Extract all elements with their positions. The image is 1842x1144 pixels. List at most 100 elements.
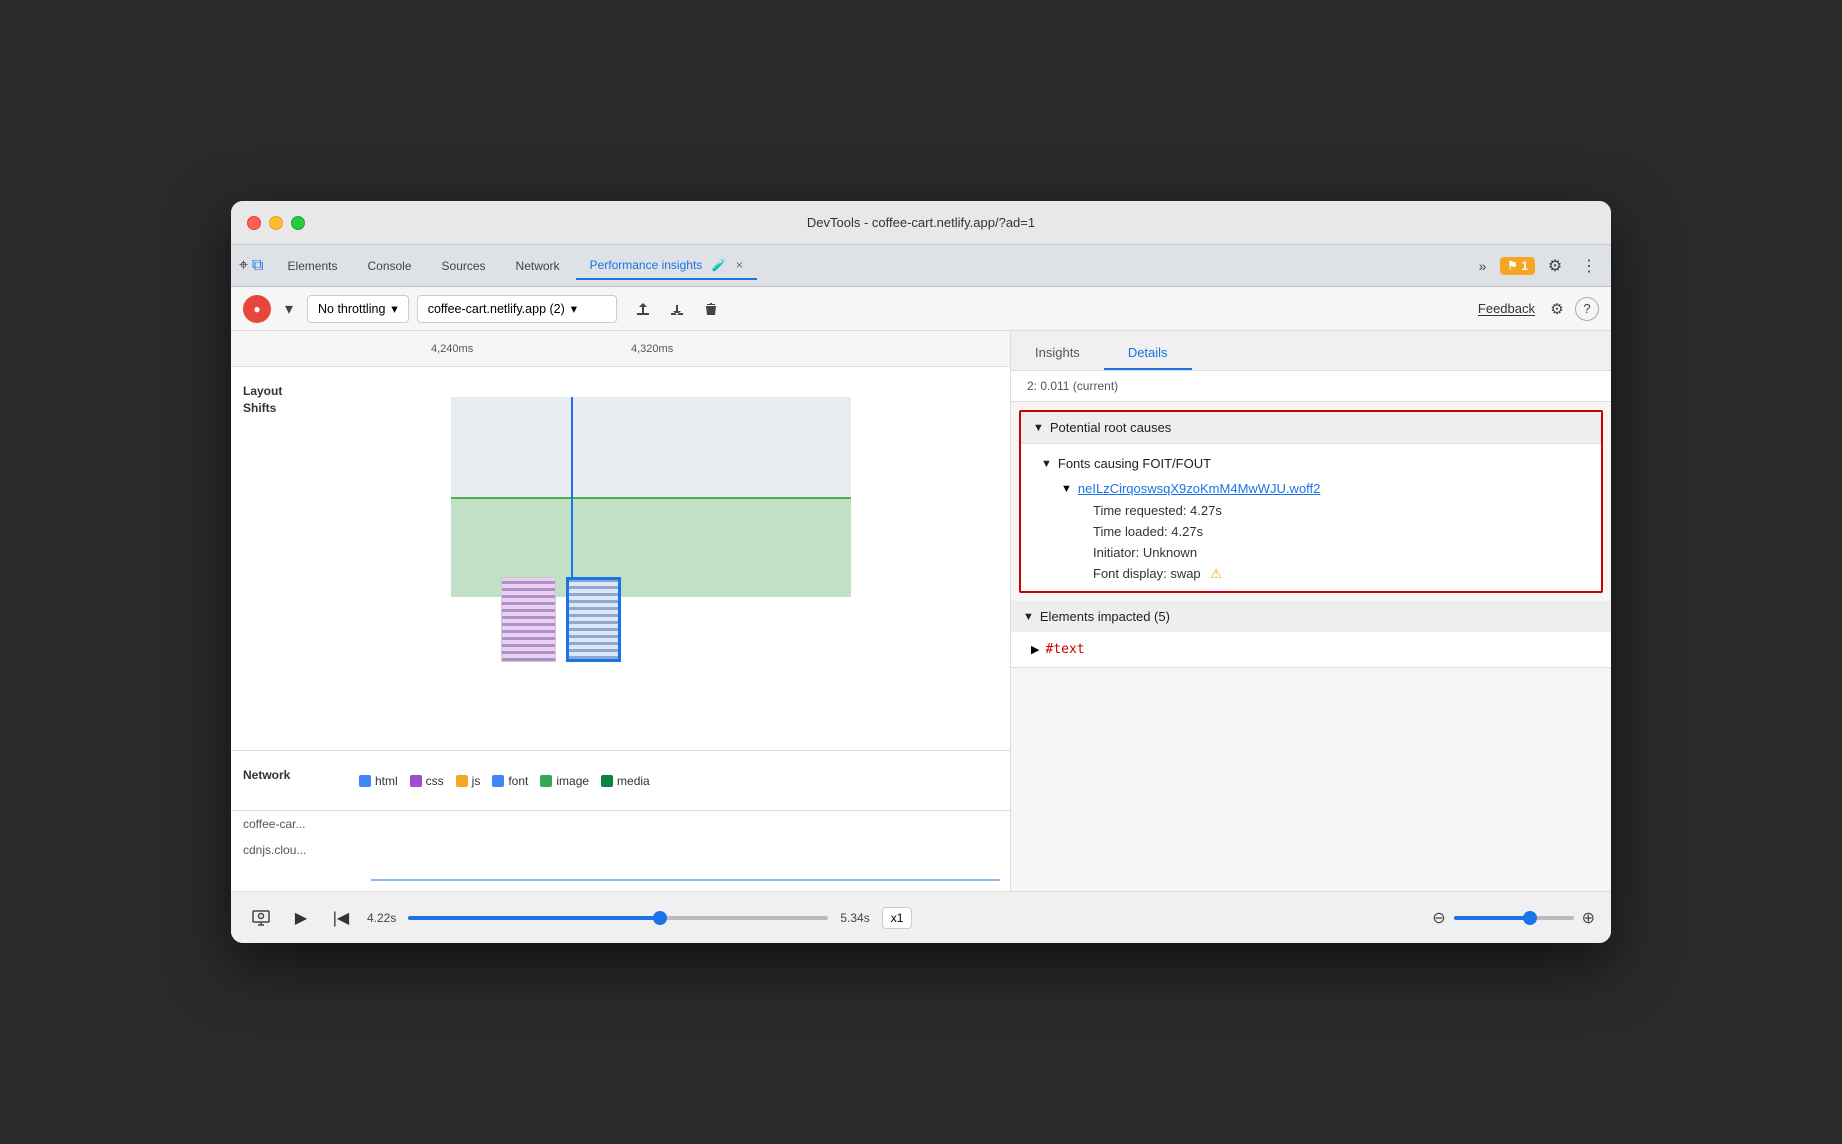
thumbnail-1: [501, 577, 556, 662]
zoom-controls: ⊖ ⊕: [1432, 908, 1595, 928]
delete-icon[interactable]: [697, 295, 725, 323]
zoom-slider-fill: [1454, 916, 1526, 920]
bottom-bar: ▶ |◀ 4.22s 5.34s x1 ⊖ ⊕: [231, 891, 1611, 943]
settings-icon[interactable]: ⚙: [1543, 295, 1571, 323]
text-element-row: ▶ #text: [1031, 638, 1591, 661]
tab-console[interactable]: Console: [353, 253, 425, 279]
font-link[interactable]: neILzCirqoswsqX9zoKmM4MwWJU.woff2: [1078, 481, 1321, 496]
fonts-subsection: ▼ Fonts causing FOIT/FOUT ▼ neILzCirqosw…: [1021, 444, 1601, 591]
download-icon[interactable]: [663, 295, 691, 323]
tab-elements[interactable]: Elements: [273, 253, 351, 279]
elements-impacted-header[interactable]: ▼ Elements impacted (5): [1011, 601, 1611, 632]
text-element-label[interactable]: #text: [1045, 642, 1084, 657]
timeline-header: 4,240ms 4,320ms: [231, 331, 1010, 367]
tab-network[interactable]: Network: [502, 253, 574, 279]
skip-back-button[interactable]: |◀: [327, 904, 355, 932]
more-options-icon[interactable]: ⋮: [1575, 252, 1603, 280]
legend-dot-js: [456, 775, 468, 787]
maximize-button[interactable]: [291, 216, 305, 230]
toolbar-actions: [629, 295, 725, 323]
url-dropdown[interactable]: coffee-cart.netlify.app (2) ▾: [417, 295, 617, 323]
fonts-subsection-header[interactable]: ▼ Fonts causing FOIT/FOUT: [1041, 450, 1581, 477]
tab-details[interactable]: Details: [1104, 337, 1192, 370]
network-items-track: [351, 811, 1010, 891]
zoom-slider[interactable]: [1454, 916, 1574, 920]
legend-css: css: [410, 774, 444, 788]
minimize-button[interactable]: [269, 216, 283, 230]
close-button[interactable]: [247, 216, 261, 230]
time-requested-row: Time requested: 4.27s: [1061, 500, 1581, 521]
legend-dot-font: [492, 775, 504, 787]
toolbar: ● ▾ No throttling ▾ coffee-cart.netlify.…: [231, 287, 1611, 331]
legend-html: html: [359, 774, 398, 788]
time-end-label: 5.34s: [840, 911, 869, 925]
device-icon[interactable]: ⧉: [252, 257, 263, 275]
layout-shifts-row: Layout Shifts: [231, 367, 1010, 751]
playback-slider-thumb[interactable]: [653, 911, 667, 925]
toolbar-right-icons: ⚙ ?: [1543, 295, 1599, 323]
playback-slider[interactable]: [408, 916, 828, 920]
network-row: Network html css js: [231, 751, 1010, 811]
network-items-labels: coffee-car... cdnjs.clou...: [231, 811, 351, 891]
font-link-arrow: ▼: [1061, 483, 1072, 495]
legend-dot-image: [540, 775, 552, 787]
font-display-row: Font display: swap ⚠: [1061, 563, 1581, 585]
screen-capture-icon[interactable]: [247, 904, 275, 932]
time-marker-2: 4,320ms: [631, 343, 673, 355]
traffic-lights: [247, 216, 305, 230]
tab-insights[interactable]: Insights: [1011, 337, 1104, 370]
devtools-tabs-bar: ⌖ ⧉ Elements Console Sources Network Per…: [231, 245, 1611, 287]
time-start-label: 4.22s: [367, 911, 396, 925]
legend-js: js: [456, 774, 481, 788]
legend-font: font: [492, 774, 528, 788]
upload-icon[interactable]: [629, 295, 657, 323]
font-link-row: ▼ neILzCirqoswsqX9zoKmM4MwWJU.woff2: [1061, 477, 1581, 500]
network-bar-bottom: [371, 879, 1000, 881]
speed-selector[interactable]: x1: [882, 907, 913, 929]
legend-dot-media: [601, 775, 613, 787]
layout-shifts-label: Layout Shifts: [231, 367, 351, 750]
zoom-in-icon[interactable]: ⊕: [1582, 908, 1595, 928]
tab-performance-insights[interactable]: Performance insights 🧪 ×: [576, 252, 757, 280]
record-dropdown[interactable]: ▾: [279, 295, 299, 323]
network-row-label: Network: [231, 751, 351, 810]
thumbnail-2: [566, 577, 621, 662]
network-items-row: coffee-car... cdnjs.clou...: [231, 811, 1010, 891]
network-item-1-label: coffee-car...: [231, 811, 351, 837]
time-marker-1: 4,240ms: [431, 343, 473, 355]
warning-icon: ⚠: [1210, 566, 1222, 581]
font-details: ▼ neILzCirqoswsqX9zoKmM4MwWJU.woff2 Time…: [1041, 477, 1581, 585]
potential-root-causes-section: ▼ Potential root causes ▼ Fonts causing …: [1019, 410, 1603, 593]
text-arrow: ▶: [1031, 643, 1039, 656]
tab-sources[interactable]: Sources: [428, 253, 500, 279]
more-tabs-button[interactable]: »: [1471, 254, 1495, 278]
legend-image: image: [540, 774, 589, 788]
tab-close-icon[interactable]: ×: [736, 258, 743, 272]
help-icon[interactable]: ?: [1575, 297, 1599, 321]
cursor-icon[interactable]: ⌖: [239, 257, 248, 275]
zoom-slider-thumb[interactable]: [1523, 911, 1537, 925]
layout-shifts-track: [351, 367, 1010, 750]
version-text: 2: 0.011 (current): [1011, 371, 1611, 402]
throttle-dropdown[interactable]: No throttling ▾: [307, 295, 409, 323]
title-bar: DevTools - coffee-cart.netlify.app/?ad=1: [231, 201, 1611, 245]
settings-gear-icon[interactable]: ⚙: [1541, 252, 1569, 280]
time-loaded-row: Time loaded: 4.27s: [1061, 521, 1581, 542]
record-button[interactable]: ●: [243, 295, 271, 323]
feedback-link[interactable]: Feedback: [1478, 301, 1535, 316]
elements-arrow: ▼: [1023, 611, 1034, 623]
arrow-icon: ▼: [1033, 422, 1044, 434]
elements-impacted-section: ▼ Elements impacted (5) ▶ #text: [1011, 601, 1611, 668]
fonts-arrow: ▼: [1041, 458, 1052, 470]
notification-badge[interactable]: ⚑ 1: [1500, 257, 1535, 275]
potential-root-causes-header[interactable]: ▼ Potential root causes: [1021, 412, 1601, 444]
left-panel: 4,240ms 4,320ms Layout Shifts: [231, 331, 1011, 891]
zoom-out-icon[interactable]: ⊖: [1432, 908, 1445, 928]
legend-dot-css: [410, 775, 422, 787]
right-content: 2: 0.011 (current) ▼ Potential root caus…: [1011, 371, 1611, 891]
play-button[interactable]: ▶: [287, 904, 315, 932]
elements-impacted-list: ▶ #text: [1011, 632, 1611, 667]
window-title: DevTools - coffee-cart.netlify.app/?ad=1: [807, 215, 1035, 230]
content-area: 4,240ms 4,320ms Layout Shifts: [231, 331, 1611, 891]
right-panel: Insights Details 2: 0.011 (current) ▼ Po…: [1011, 331, 1611, 891]
